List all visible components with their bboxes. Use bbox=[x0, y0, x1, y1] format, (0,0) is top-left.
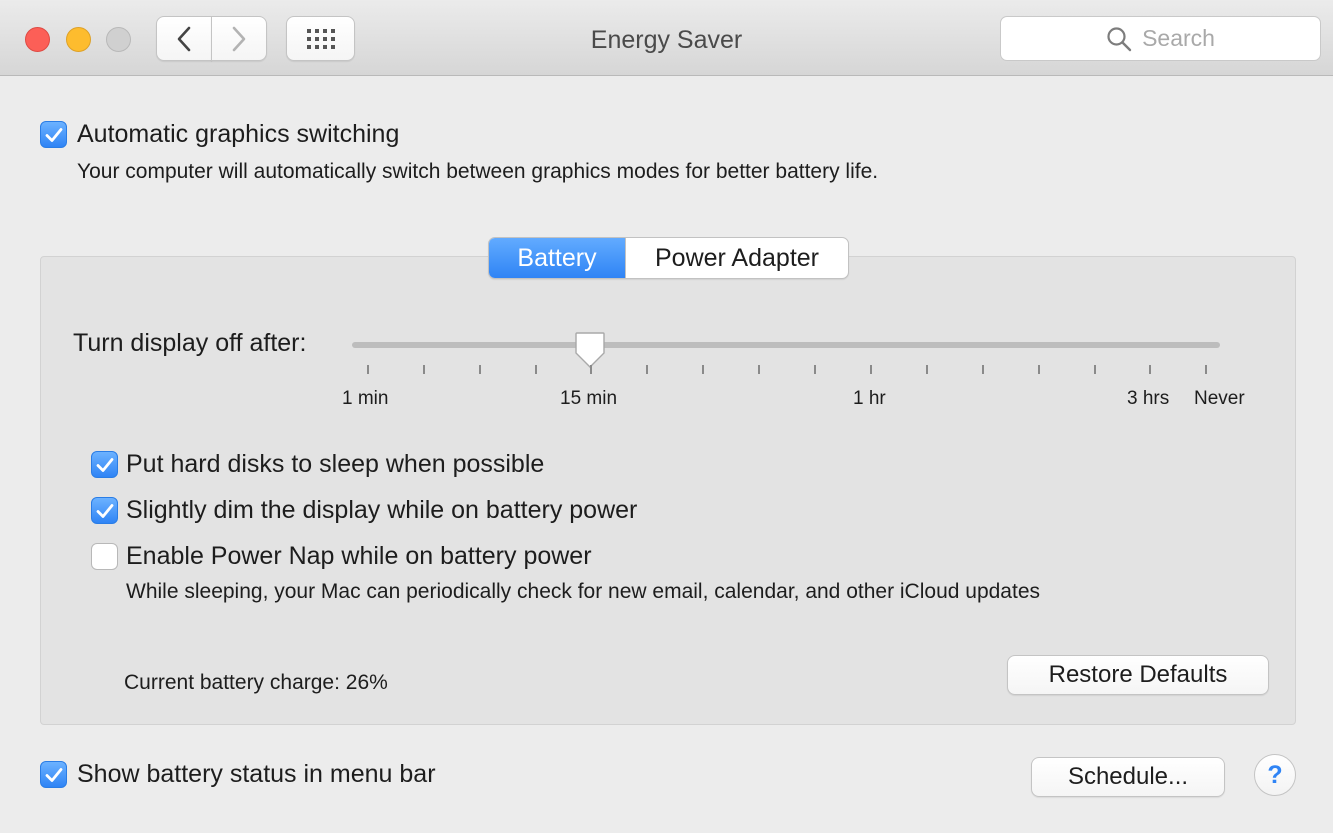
search-field[interactable]: Search bbox=[1000, 16, 1321, 61]
display-sleep-label: Turn display off after: bbox=[73, 329, 307, 357]
checkmark-icon bbox=[45, 767, 62, 782]
restore-defaults-button[interactable]: Restore Defaults bbox=[1007, 655, 1269, 695]
auto-graphics-label[interactable]: Automatic graphics switching bbox=[77, 120, 399, 149]
slider-tick bbox=[479, 365, 481, 374]
search-placeholder: Search bbox=[1142, 25, 1215, 51]
slider-tick bbox=[1094, 365, 1096, 374]
slider-tick bbox=[1149, 365, 1151, 374]
help-button[interactable]: ? bbox=[1254, 754, 1296, 796]
slider-tick bbox=[535, 365, 537, 374]
auto-graphics-checkbox[interactable] bbox=[40, 121, 67, 148]
show-battery-status-label[interactable]: Show battery status in menu bar bbox=[77, 760, 436, 789]
power-nap-description: While sleeping, your Mac can periodicall… bbox=[126, 580, 1040, 603]
slider-tick bbox=[367, 365, 369, 374]
tab-battery[interactable]: Battery bbox=[489, 238, 625, 278]
tick-label-3-hrs: 3 hrs bbox=[1127, 388, 1170, 409]
dim-display-label[interactable]: Slightly dim the display while on batter… bbox=[126, 496, 637, 525]
power-nap-checkbox[interactable] bbox=[91, 543, 118, 570]
slider-tick bbox=[1205, 365, 1207, 374]
dim-display-checkbox[interactable] bbox=[91, 497, 118, 524]
slider-tick bbox=[423, 365, 425, 374]
power-source-tabs: Battery Power Adapter bbox=[488, 237, 849, 279]
checkmark-icon bbox=[96, 503, 113, 518]
tick-label-never: Never bbox=[1194, 388, 1245, 409]
tab-power-adapter[interactable]: Power Adapter bbox=[625, 238, 848, 278]
display-sleep-slider-thumb[interactable] bbox=[574, 331, 606, 369]
hard-disk-sleep-checkbox[interactable] bbox=[91, 451, 118, 478]
battery-charge-text: Current battery charge: 26% bbox=[124, 671, 388, 694]
display-sleep-slider-track[interactable] bbox=[352, 342, 1220, 348]
slider-tick bbox=[926, 365, 928, 374]
tick-label-15-min: 15 min bbox=[560, 388, 618, 409]
slider-tick bbox=[814, 365, 816, 374]
slider-tick bbox=[1038, 365, 1040, 374]
show-battery-status-checkbox[interactable] bbox=[40, 761, 67, 788]
checkmark-icon bbox=[96, 457, 113, 472]
title-bar: Energy Saver Search bbox=[0, 0, 1333, 76]
slider-tick bbox=[870, 365, 872, 374]
power-nap-label[interactable]: Enable Power Nap while on battery power bbox=[126, 542, 592, 571]
schedule-button[interactable]: Schedule... bbox=[1031, 757, 1225, 797]
slider-tick bbox=[646, 365, 648, 374]
slider-tick bbox=[590, 365, 592, 374]
slider-tick bbox=[758, 365, 760, 374]
auto-graphics-description: Your computer will automatically switch … bbox=[77, 160, 879, 183]
tick-label-1-hr: 1 hr bbox=[853, 388, 886, 409]
slider-tick bbox=[982, 365, 984, 374]
checkmark-icon bbox=[45, 127, 62, 142]
search-icon bbox=[1107, 26, 1132, 51]
hard-disk-sleep-label[interactable]: Put hard disks to sleep when possible bbox=[126, 450, 544, 479]
tick-label-1-min: 1 min bbox=[342, 388, 389, 409]
slider-tick bbox=[702, 365, 704, 374]
